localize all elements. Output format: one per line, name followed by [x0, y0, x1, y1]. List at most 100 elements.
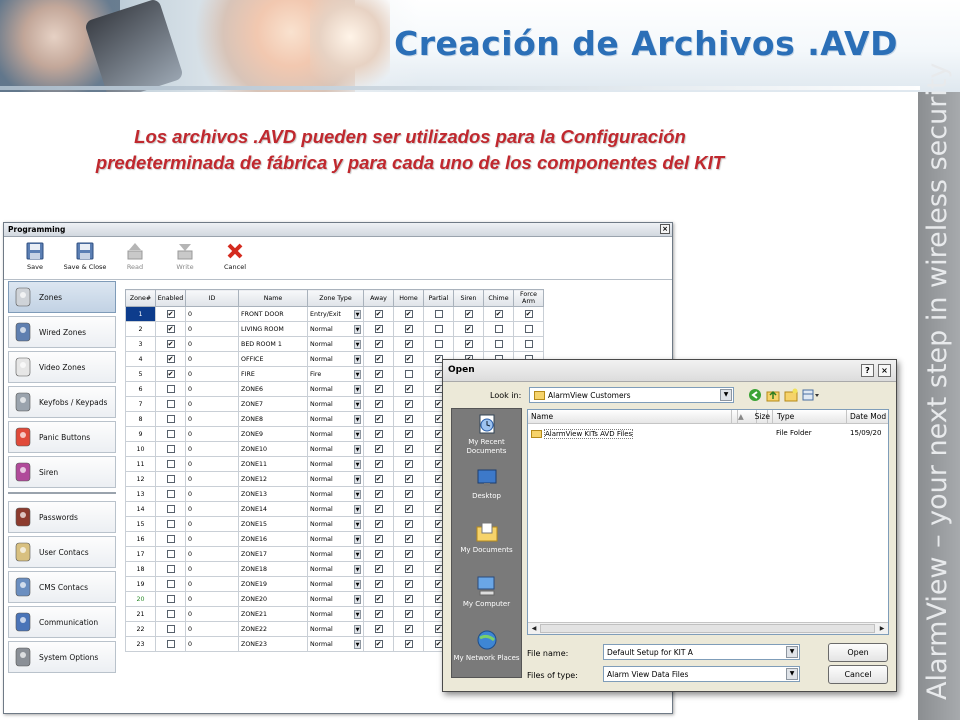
help-button[interactable]: ? [861, 364, 874, 377]
scroll-thumb[interactable] [540, 624, 875, 633]
look-in-select[interactable]: AlarmView Customers ▼ [529, 387, 734, 403]
zone-type-select[interactable]: Normal ▼ [307, 396, 364, 412]
option-checkbox[interactable] [524, 325, 533, 333]
option-checkbox[interactable]: ✔ [374, 430, 383, 438]
chevron-down-icon[interactable]: ▼ [354, 444, 361, 454]
enabled-checkbox[interactable] [166, 535, 175, 543]
table-row[interactable]: 3 ✔ 0 BED ROOM 1 Normal ▼ ✔ ✔ ✔ [125, 336, 544, 352]
zone-id[interactable]: 0 [185, 381, 239, 397]
option-checkbox[interactable] [434, 325, 443, 333]
zone-id[interactable]: 0 [185, 576, 239, 592]
enabled-checkbox[interactable] [166, 430, 175, 438]
zone-name[interactable]: OFFICE [238, 351, 308, 367]
chevron-down-icon[interactable]: ▼ [354, 594, 361, 604]
enabled-checkbox[interactable] [166, 460, 175, 468]
chevron-down-icon[interactable]: ▼ [354, 624, 361, 634]
zone-type-select[interactable]: Normal ▼ [307, 516, 364, 532]
option-checkbox[interactable]: ✔ [374, 565, 383, 573]
option-checkbox[interactable] [434, 340, 443, 348]
zone-id[interactable]: 0 [185, 516, 239, 532]
column-date[interactable]: Date Mod [850, 412, 886, 421]
option-checkbox[interactable]: ✔ [404, 610, 413, 618]
zone-id[interactable]: 0 [185, 591, 239, 607]
option-checkbox[interactable]: ✔ [374, 640, 383, 648]
option-checkbox[interactable]: ✔ [374, 385, 383, 393]
zone-name[interactable]: ZONE23 [238, 636, 308, 652]
zone-id[interactable]: 0 [185, 486, 239, 502]
option-checkbox[interactable]: ✔ [524, 310, 533, 318]
option-checkbox[interactable]: ✔ [374, 535, 383, 543]
enabled-checkbox[interactable] [166, 640, 175, 648]
zone-name[interactable]: LIVING ROOM [238, 321, 308, 337]
enabled-checkbox[interactable] [166, 415, 175, 423]
zone-type-select[interactable]: Normal ▼ [307, 456, 364, 472]
zone-id[interactable]: 0 [185, 471, 239, 487]
nav-item-panic-buttons[interactable]: Panic Buttons [8, 421, 116, 453]
scroll-left-icon[interactable]: ◀ [529, 624, 539, 633]
nav-item-user-contacs[interactable]: User Contacs [8, 536, 116, 568]
place-my-computer[interactable]: My Computer [452, 571, 521, 625]
option-checkbox[interactable]: ✔ [374, 460, 383, 468]
zone-name[interactable]: ZONE18 [238, 561, 308, 577]
programming-close-button[interactable]: × [660, 224, 670, 234]
option-checkbox[interactable]: ✔ [374, 490, 383, 498]
place-my-recent-documents[interactable]: My Recent Documents [452, 409, 521, 463]
zone-id[interactable]: 0 [185, 321, 239, 337]
option-checkbox[interactable]: ✔ [464, 325, 473, 333]
zone-name[interactable]: ZONE11 [238, 456, 308, 472]
option-checkbox[interactable]: ✔ [404, 460, 413, 468]
zone-type-select[interactable]: Entry/Exit ▼ [307, 306, 364, 322]
zone-id[interactable]: 0 [185, 531, 239, 547]
nav-item-cms-contacs[interactable]: CMS Contacs [8, 571, 116, 603]
zone-id[interactable]: 0 [185, 426, 239, 442]
chevron-down-icon[interactable]: ▼ [354, 489, 361, 499]
option-checkbox[interactable]: ✔ [374, 415, 383, 423]
option-checkbox[interactable]: ✔ [404, 535, 413, 543]
option-checkbox[interactable]: ✔ [374, 610, 383, 618]
zone-type-select[interactable]: Normal ▼ [307, 576, 364, 592]
option-checkbox[interactable]: ✔ [374, 355, 383, 363]
zone-name[interactable]: ZONE9 [238, 426, 308, 442]
enabled-checkbox[interactable] [166, 580, 175, 588]
option-checkbox[interactable]: ✔ [404, 550, 413, 558]
zone-name[interactable]: ZONE14 [238, 501, 308, 517]
zone-type-select[interactable]: Normal ▼ [307, 606, 364, 622]
enabled-checkbox[interactable] [166, 385, 175, 393]
option-checkbox[interactable]: ✔ [404, 565, 413, 573]
chevron-down-icon[interactable]: ▼ [354, 324, 361, 334]
zone-name[interactable]: ZONE10 [238, 441, 308, 457]
horizontal-scrollbar[interactable]: ◀ ▶ [528, 622, 888, 634]
chevron-down-icon[interactable]: ▼ [354, 339, 361, 349]
zone-id[interactable]: 0 [185, 336, 239, 352]
column-size[interactable]: Size [732, 412, 770, 421]
option-checkbox[interactable]: ✔ [404, 355, 413, 363]
zone-name[interactable]: ZONE19 [238, 576, 308, 592]
option-checkbox[interactable] [434, 310, 443, 318]
option-checkbox[interactable]: ✔ [404, 505, 413, 513]
chevron-down-icon[interactable]: ▼ [354, 354, 361, 364]
zone-id[interactable]: 0 [185, 441, 239, 457]
option-checkbox[interactable] [494, 340, 503, 348]
zone-type-select[interactable]: Normal ▼ [307, 426, 364, 442]
zone-name[interactable]: ZONE22 [238, 621, 308, 637]
zone-type-select[interactable]: Normal ▼ [307, 546, 364, 562]
option-checkbox[interactable]: ✔ [404, 415, 413, 423]
option-checkbox[interactable]: ✔ [374, 310, 383, 318]
enabled-checkbox[interactable] [166, 490, 175, 498]
enabled-checkbox[interactable]: ✔ [166, 325, 175, 333]
enabled-checkbox[interactable] [166, 445, 175, 453]
option-checkbox[interactable]: ✔ [404, 520, 413, 528]
up-folder-icon[interactable] [766, 387, 780, 402]
scroll-right-icon[interactable]: ▶ [877, 624, 887, 633]
option-checkbox[interactable]: ✔ [374, 445, 383, 453]
place-my-network-places[interactable]: My Network Places [452, 625, 521, 679]
table-row[interactable]: 2 ✔ 0 LIVING ROOM Normal ▼ ✔ ✔ ✔ [125, 321, 544, 337]
zone-name[interactable]: ZONE20 [238, 591, 308, 607]
zone-name[interactable]: ZONE16 [238, 531, 308, 547]
zone-name[interactable]: FIRE [238, 366, 308, 382]
option-checkbox[interactable]: ✔ [404, 445, 413, 453]
zone-id[interactable]: 0 [185, 501, 239, 517]
chevron-down-icon[interactable]: ▼ [720, 389, 732, 401]
chevron-down-icon[interactable]: ▼ [354, 579, 361, 589]
option-checkbox[interactable]: ✔ [404, 490, 413, 498]
